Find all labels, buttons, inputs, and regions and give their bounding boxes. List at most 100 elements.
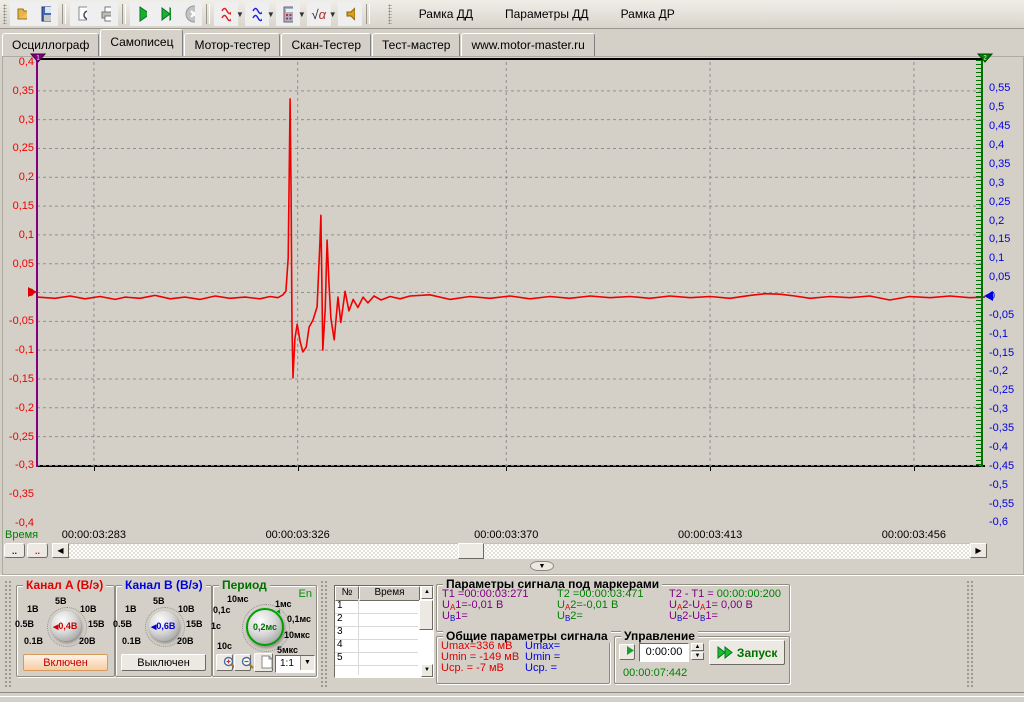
channel-a-dial[interactable]: ◀0,4В 5В10В15В20В1В0.5В0.1В xyxy=(17,594,114,652)
params-dd-button[interactable]: Параметры ДД xyxy=(495,3,599,25)
table-scroll-down-button[interactable]: ▼ xyxy=(421,664,433,677)
right-axis-tick-label: -0,5 xyxy=(989,479,1024,491)
time-axis-tick-label: 00:00:03:326 xyxy=(248,529,348,541)
scrollbar-track[interactable] xyxy=(69,543,970,559)
control-group: Управление 0:00:00 ▲ ▼ Запуск 00:00:07:4… xyxy=(614,636,790,684)
chevron-down-icon[interactable]: ▼ xyxy=(298,10,306,19)
chevron-down-icon[interactable]: ▼ xyxy=(267,10,275,19)
right-axis-tick-label: -0,25 xyxy=(989,384,1024,396)
left-axis-tick-label: 0,15 xyxy=(2,200,34,212)
table-row[interactable]: 5 xyxy=(335,652,418,666)
ramka-dd-button[interactable]: Рамка ДД xyxy=(409,3,483,25)
open-button[interactable] xyxy=(10,2,34,26)
scrollbar-thumb[interactable] xyxy=(458,543,484,559)
dial-scale-label: 0.1В xyxy=(24,636,43,646)
toolbar-separator xyxy=(206,4,210,24)
table-row[interactable]: 4 xyxy=(335,639,418,653)
marker-1-flag[interactable]: 1 xyxy=(30,53,46,63)
tab-samopisets[interactable]: Самописец xyxy=(100,29,183,56)
panel-gripper[interactable] xyxy=(320,580,328,688)
stop-button[interactable] xyxy=(178,2,202,26)
collapse-panel-button[interactable]: ▼ xyxy=(530,561,554,571)
table-row[interactable]: 3 xyxy=(335,626,418,640)
new-page-button[interactable] xyxy=(254,653,273,672)
toolbar-gripper[interactable] xyxy=(3,4,7,24)
sound-button[interactable] xyxy=(338,2,362,26)
table-header-time: Время xyxy=(359,586,420,601)
print-button[interactable] xyxy=(94,2,118,26)
table-row[interactable]: 2 xyxy=(335,613,418,627)
tab-website[interactable]: www.motor-master.ru xyxy=(461,33,594,56)
dial-scale-label: 0.5В xyxy=(113,619,132,629)
calculator-button[interactable] xyxy=(276,2,300,26)
timer-up-button[interactable]: ▲ xyxy=(691,643,704,651)
table-row[interactable]: 1 xyxy=(335,600,418,614)
left-axis-tick-label: -0,25 xyxy=(2,431,34,443)
period-dial[interactable]: 0,2мс ▼ 10мс1мс0,1мс10мкс5мкс0,1с1с10с xyxy=(213,592,316,654)
left-axis-tick-label: 0,3 xyxy=(2,114,34,126)
dial-scale-label: 5мкс xyxy=(277,645,298,655)
chevron-down-icon[interactable]: ▼ xyxy=(329,10,337,19)
left-axis-tick-label: 0,2 xyxy=(2,171,34,183)
chevron-down-icon[interactable]: ▼ xyxy=(300,656,314,670)
right-axis-tick-label: -0,05 xyxy=(989,309,1024,321)
channel-b-zero-arrow[interactable] xyxy=(984,291,993,301)
waveform-plot[interactable] xyxy=(37,60,985,467)
table-scroll-thumb[interactable] xyxy=(419,600,433,630)
period-group: Период En 0,2мс ▼ 10мс1мс0,1мс10мкс5мкс0… xyxy=(212,585,317,677)
marker-params-col3: T2 - T1 = 00:00:00:200UA2-UA1= 0,00 ВUB2… xyxy=(669,589,781,622)
umax-b-value: Umax= xyxy=(525,641,560,651)
ramka-dr-button[interactable]: Рамка ДР xyxy=(611,3,685,25)
panel-gripper[interactable] xyxy=(966,580,974,688)
zoom-in-button[interactable] xyxy=(216,654,233,671)
scroll-left-button[interactable]: ◀ xyxy=(52,543,69,558)
print-preview-button[interactable] xyxy=(70,2,94,26)
tab-test-master[interactable]: Тест-мастер xyxy=(372,33,460,56)
timer-down-button[interactable]: ▼ xyxy=(691,652,704,660)
dial-scale-label: 10мс xyxy=(227,594,249,604)
signal-b-button[interactable] xyxy=(245,2,269,26)
right-axis-tick-label: -0,6 xyxy=(989,516,1024,528)
dial-scale-label: 10с xyxy=(217,641,232,651)
control-play-button[interactable] xyxy=(619,644,635,660)
formula-button[interactable]: √α xyxy=(307,2,331,26)
marker-1-line[interactable] xyxy=(36,60,38,467)
channel-b-dial[interactable]: ◀0,6В 5В10В15В20В1В0.5В0.1В xyxy=(116,594,211,652)
umin-b-value: Umin = xyxy=(525,652,560,662)
stop-icon xyxy=(185,5,195,23)
marker-blue-button[interactable]: .. xyxy=(4,543,25,558)
signal-table[interactable]: № Время 12345 ▲ ▼ xyxy=(334,585,434,678)
channel-b-state-button[interactable]: Выключен xyxy=(121,654,206,671)
save-button[interactable] xyxy=(34,2,58,26)
right-axis-tick-label: 0,5 xyxy=(989,101,1024,113)
right-axis-tick-label: 0,2 xyxy=(989,215,1024,227)
tab-scan-tester[interactable]: Скан-Тестер xyxy=(281,33,371,56)
toolbar-separator xyxy=(62,4,66,24)
channel-a-state-button[interactable]: Включен xyxy=(23,654,108,671)
play-button[interactable] xyxy=(130,2,154,26)
marker-red-button[interactable]: .. xyxy=(27,543,48,558)
chevron-down-icon[interactable]: ▼ xyxy=(236,10,244,19)
channel-b-group: Канал B (В/э) ◀0,6В 5В10В15В20В1В0.5В0.1… xyxy=(115,585,212,677)
panel-gripper[interactable] xyxy=(4,580,12,688)
dial-scale-label: 5В xyxy=(153,596,165,606)
fast-forward-button[interactable] xyxy=(154,2,178,26)
zoom-out-button[interactable] xyxy=(234,654,251,671)
signal-a-button[interactable] xyxy=(214,2,238,26)
tab-oscillograph[interactable]: Осциллограф xyxy=(2,33,99,56)
table-scroll-up-button[interactable]: ▲ xyxy=(421,586,433,599)
scroll-right-button[interactable]: ▶ xyxy=(970,543,987,558)
zoom-ratio-value: 1:1 xyxy=(280,658,294,669)
dial-scale-label: 0,1с xyxy=(213,605,231,615)
channel-a-zero-arrow[interactable] xyxy=(28,287,37,297)
start-button[interactable]: Запуск xyxy=(709,640,785,665)
marker-params-col2: T2 =00:00:03:471UA2=-0,01 ВUB2= xyxy=(557,589,644,622)
timer-field[interactable]: 0:00:00 xyxy=(639,643,689,662)
tab-motor-tester[interactable]: Мотор-тестер xyxy=(184,33,280,56)
zoom-ratio-select[interactable]: 1:1 ▼ xyxy=(275,655,315,673)
toolbar-gripper[interactable] xyxy=(388,4,392,24)
start-icon xyxy=(717,646,734,659)
left-axis-tick-label: -0,3 xyxy=(2,459,34,471)
left-axis-tick-label: -0,4 xyxy=(2,517,34,529)
marker-2-flag[interactable]: 2 xyxy=(977,53,993,63)
